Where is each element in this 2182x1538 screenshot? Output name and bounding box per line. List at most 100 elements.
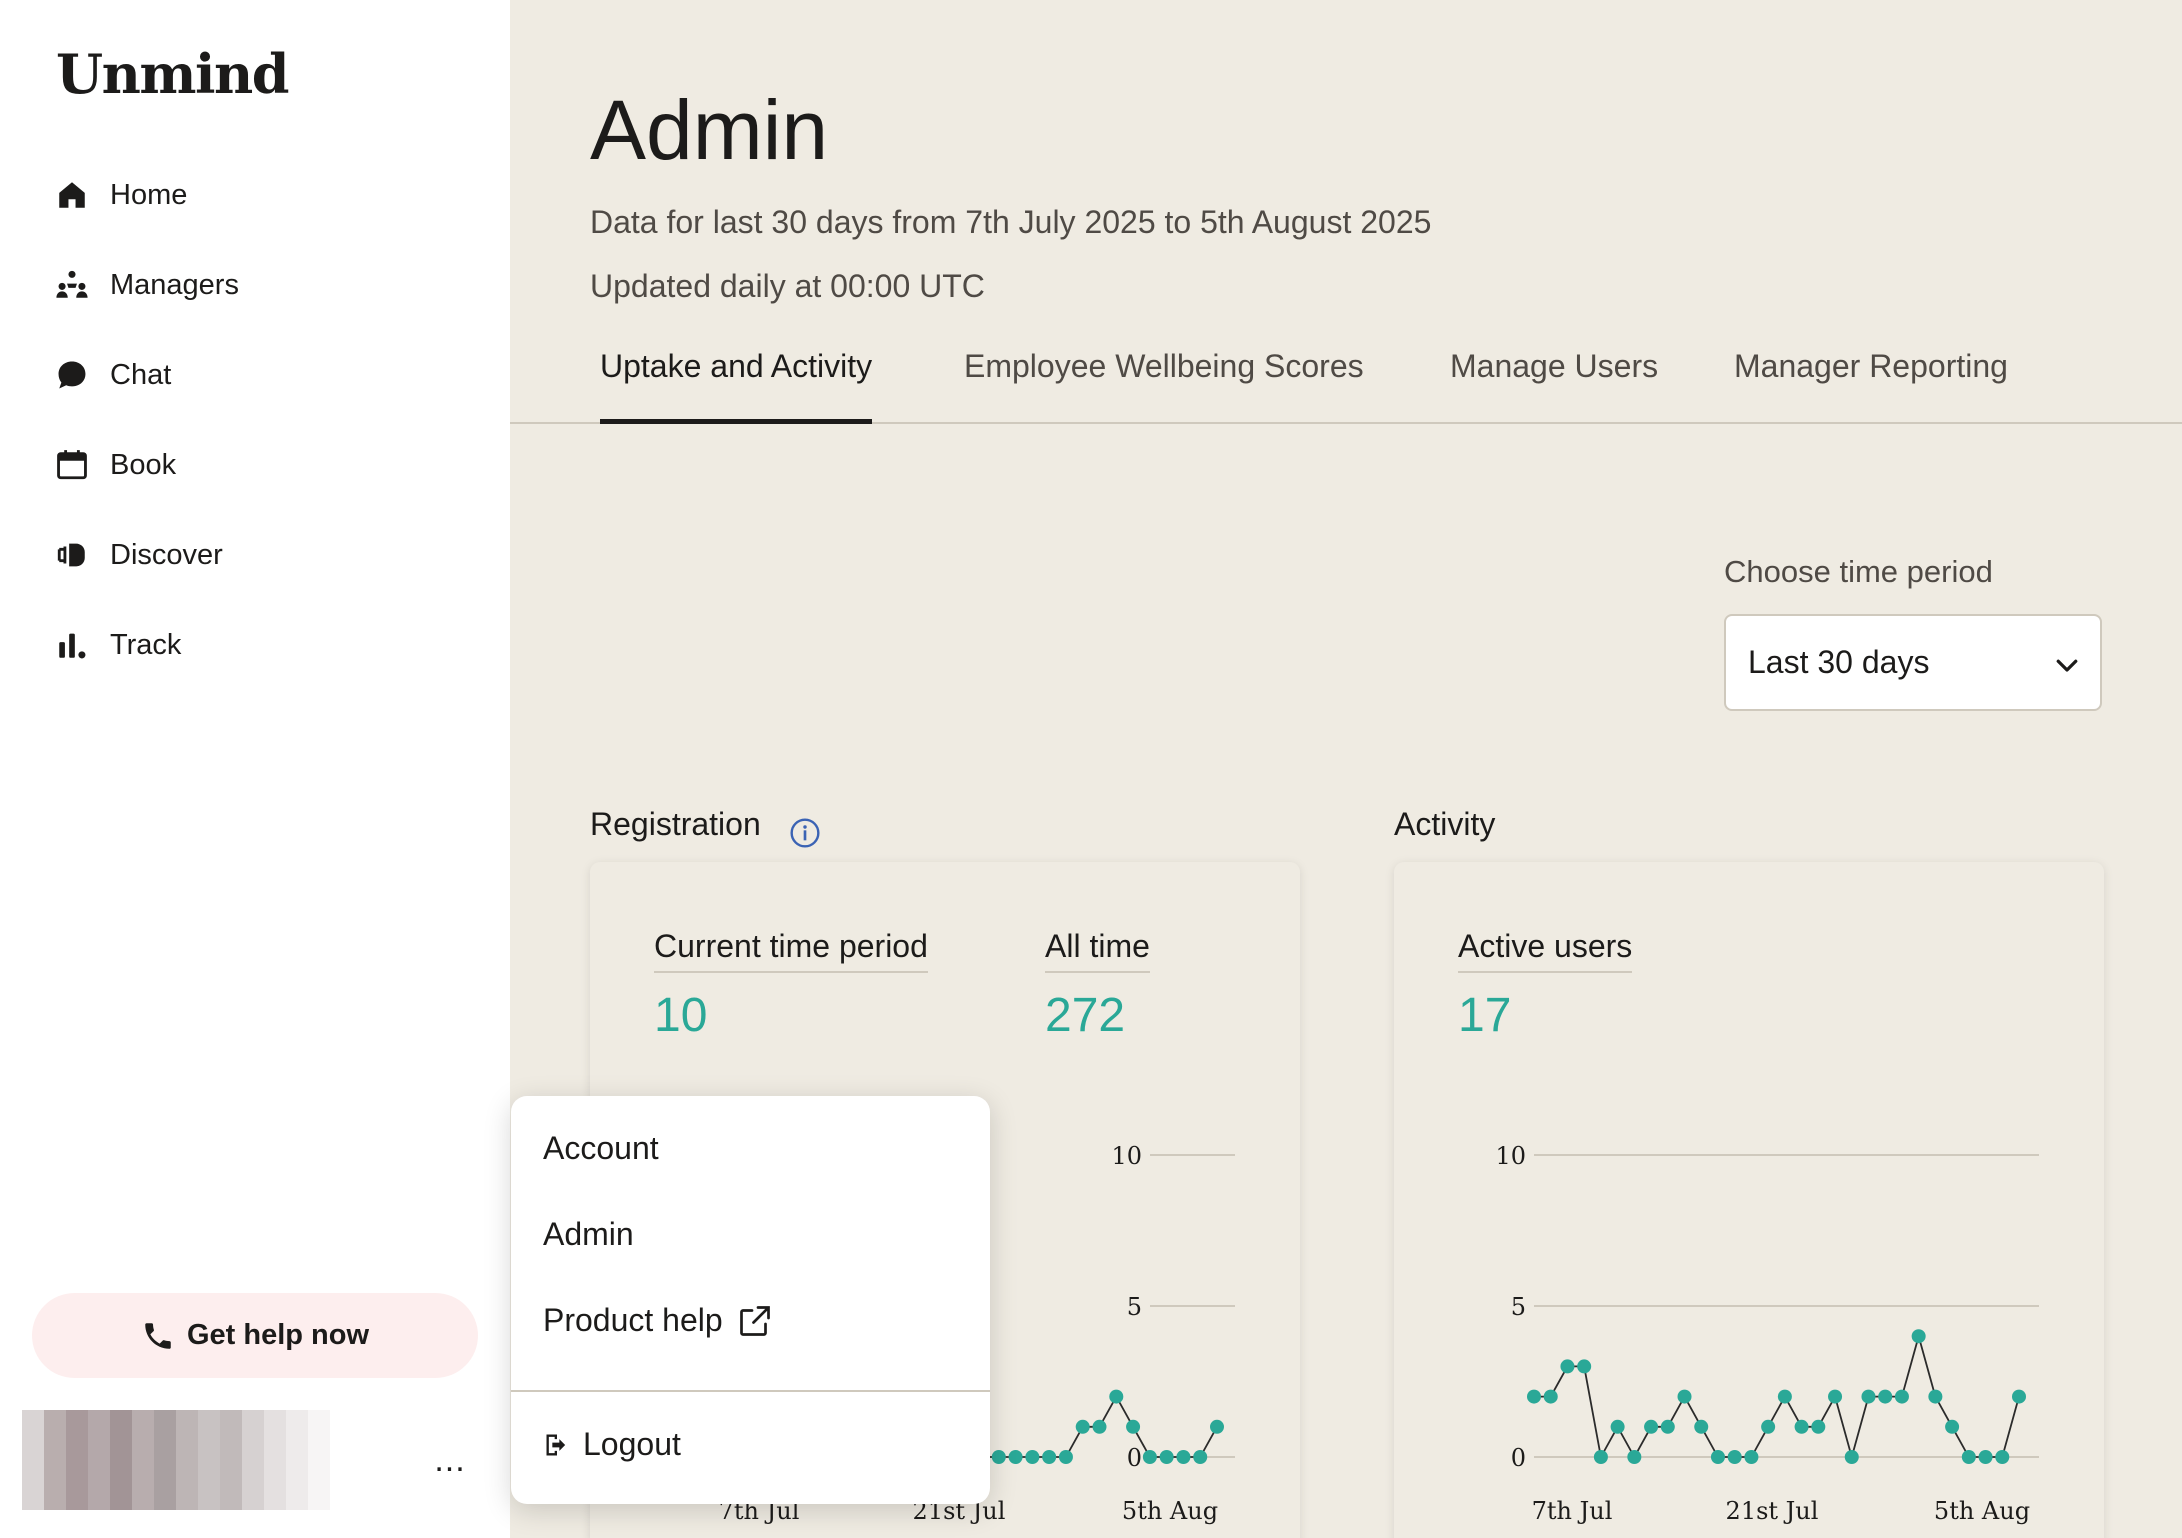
data-point bbox=[1610, 1419, 1625, 1434]
data-point bbox=[1978, 1450, 1993, 1464]
data-point bbox=[1894, 1389, 1909, 1404]
calendar-icon bbox=[54, 447, 90, 483]
y-tick-label: 10 bbox=[1495, 1142, 1526, 1170]
data-point bbox=[1928, 1389, 1943, 1404]
data-point bbox=[1210, 1419, 1224, 1434]
data-point bbox=[1878, 1389, 1893, 1404]
activity-title: Activity bbox=[1394, 806, 1496, 842]
unmind-logo[interactable]: Unmind bbox=[56, 42, 290, 106]
y-tick-label: 0 bbox=[1511, 1444, 1526, 1472]
time-period-value: Last 30 days bbox=[1748, 644, 1930, 680]
data-point bbox=[1092, 1419, 1107, 1434]
sidebar-nav: Home Managers Chat Book Discover Track bbox=[54, 150, 484, 690]
sidebar-item-label: Book bbox=[110, 448, 177, 481]
y-tick-label: 5 bbox=[1127, 1293, 1142, 1321]
get-help-now-label: Get help now bbox=[186, 1319, 370, 1351]
sidebar-item-managers[interactable]: Managers bbox=[54, 240, 484, 330]
sidebar-item-track[interactable]: Track bbox=[54, 600, 484, 690]
data-point bbox=[1159, 1450, 1174, 1464]
chat-icon bbox=[54, 357, 90, 393]
menu-divider bbox=[511, 1390, 990, 1392]
sidebar-item-chat[interactable]: Chat bbox=[54, 330, 484, 420]
user-menu: Account Admin Product help Logout bbox=[511, 1096, 990, 1504]
data-point bbox=[1945, 1419, 1960, 1434]
registration-title: Registration bbox=[590, 806, 761, 842]
tab-uptake-and-activity[interactable]: Uptake and Activity bbox=[600, 340, 873, 424]
data-point bbox=[1142, 1450, 1157, 1464]
data-point bbox=[1627, 1450, 1642, 1464]
data-point bbox=[1527, 1389, 1541, 1404]
x-tick-label: 21st Jul bbox=[1726, 1497, 1819, 1525]
data-point bbox=[991, 1450, 1006, 1464]
page-title: Admin bbox=[590, 83, 829, 177]
data-point bbox=[1042, 1450, 1057, 1464]
tab-employee-wellbeing-scores[interactable]: Employee Wellbeing Scores bbox=[964, 340, 1364, 424]
get-help-now-button[interactable]: Get help now bbox=[32, 1293, 478, 1378]
data-point bbox=[1543, 1389, 1558, 1404]
x-tick-label: 5th Aug bbox=[1122, 1497, 1218, 1525]
data-point bbox=[1694, 1419, 1709, 1434]
tab-manager-reporting[interactable]: Manager Reporting bbox=[1734, 340, 2008, 424]
data-point bbox=[1075, 1419, 1090, 1434]
data-point bbox=[1911, 1329, 1926, 1344]
sidebar-item-label: Managers bbox=[110, 268, 239, 301]
data-point bbox=[1794, 1419, 1809, 1434]
data-point bbox=[1560, 1359, 1575, 1374]
sidebar-item-label: Track bbox=[110, 628, 182, 661]
data-point bbox=[1644, 1419, 1659, 1434]
discover-icon bbox=[54, 537, 90, 573]
more-options-button[interactable]: ... bbox=[422, 1432, 478, 1488]
data-point bbox=[1677, 1389, 1692, 1404]
external-link-icon bbox=[739, 1305, 770, 1336]
data-point bbox=[1008, 1450, 1023, 1464]
y-tick-label: 0 bbox=[1127, 1444, 1142, 1472]
activity-chart: 0 5 10 7th Jul 21st Jul 5th Aug bbox=[1495, 1142, 2039, 1525]
menu-item-logout[interactable]: Logout bbox=[543, 1426, 681, 1463]
home-icon bbox=[54, 177, 90, 213]
data-point bbox=[1176, 1450, 1191, 1464]
x-tick-label: 5th Aug bbox=[1934, 1497, 2030, 1525]
blurred-user-name bbox=[22, 1410, 332, 1510]
logout-label: Logout bbox=[583, 1426, 681, 1462]
time-period-select[interactable]: Last 30 days bbox=[1724, 614, 2102, 711]
data-point bbox=[1995, 1450, 2010, 1464]
menu-item-product-help[interactable]: Product help bbox=[543, 1302, 773, 1339]
sidebar-item-discover[interactable]: Discover bbox=[54, 510, 484, 600]
data-point bbox=[1109, 1389, 1124, 1404]
data-point bbox=[1828, 1389, 1843, 1404]
data-point bbox=[1961, 1450, 1976, 1464]
data-point bbox=[1660, 1419, 1675, 1434]
tab-manage-users[interactable]: Manage Users bbox=[1450, 340, 1658, 424]
user-profile-row: ... bbox=[22, 1410, 492, 1510]
data-point bbox=[1811, 1419, 1826, 1434]
admin-tabs: Uptake and Activity Employee Wellbeing S… bbox=[510, 340, 2182, 424]
chevron-down-icon bbox=[2056, 659, 2078, 672]
data-point bbox=[1744, 1450, 1759, 1464]
sidebar-item-label: Home bbox=[110, 178, 188, 211]
data-point bbox=[1577, 1359, 1592, 1374]
info-icon[interactable] bbox=[789, 817, 821, 849]
y-tick-label: 5 bbox=[1511, 1293, 1526, 1321]
data-point bbox=[1777, 1389, 1792, 1404]
data-point bbox=[1844, 1450, 1859, 1464]
menu-item-admin[interactable]: Admin bbox=[543, 1216, 634, 1253]
series-line bbox=[1534, 1332, 2020, 1461]
sidebar-item-label: Chat bbox=[110, 358, 172, 391]
data-point bbox=[1126, 1419, 1141, 1434]
data-point bbox=[1861, 1389, 1876, 1404]
phone-icon bbox=[145, 1322, 171, 1349]
menu-item-account[interactable]: Account bbox=[543, 1130, 659, 1167]
managers-icon bbox=[54, 267, 90, 303]
data-point bbox=[1593, 1450, 1608, 1464]
y-tick-label: 10 bbox=[1111, 1142, 1142, 1170]
data-point bbox=[1710, 1450, 1725, 1464]
data-point bbox=[1727, 1450, 1742, 1464]
bar-chart-icon bbox=[54, 627, 90, 663]
data-point bbox=[2012, 1389, 2026, 1404]
data-point bbox=[1025, 1450, 1040, 1464]
sidebar-item-book[interactable]: Book bbox=[54, 420, 484, 510]
x-tick-label: 7th Jul bbox=[1532, 1497, 1613, 1525]
sidebar-item-home[interactable]: Home bbox=[54, 150, 484, 240]
time-period-label: Choose time period bbox=[1724, 554, 1993, 589]
logout-icon bbox=[546, 1434, 566, 1455]
